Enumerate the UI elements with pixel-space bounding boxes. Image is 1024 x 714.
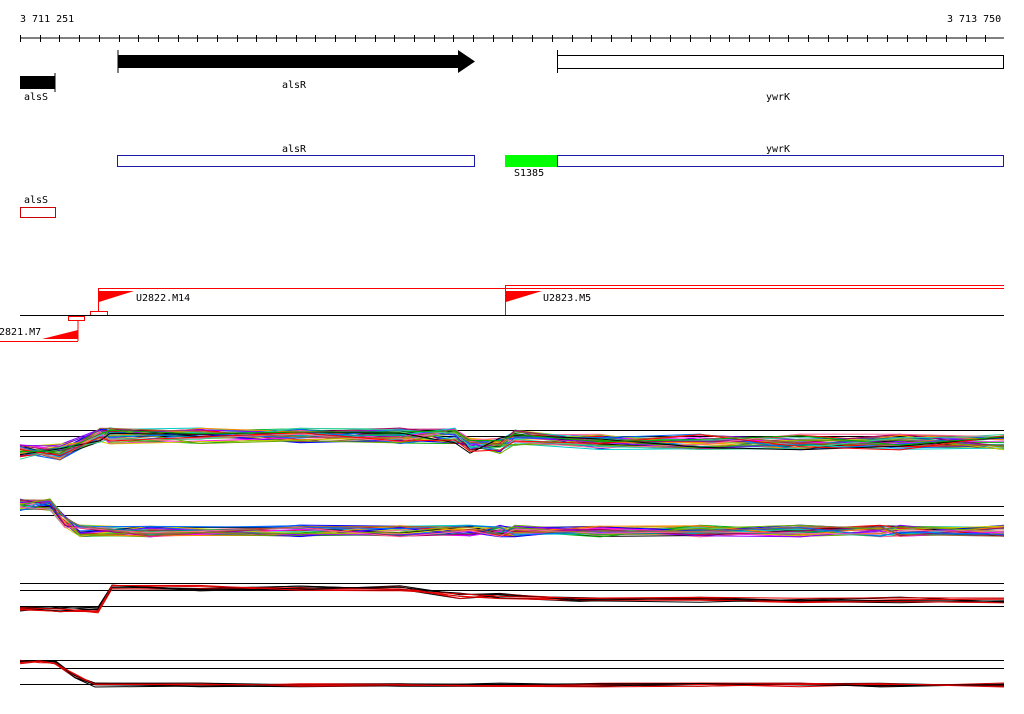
gene-ywrK[interactable] [557,50,1004,73]
flag-icon [506,291,542,302]
annot-box-alsR[interactable] [117,155,475,167]
expression-profile-panel-4 [19,659,1005,688]
genome-browser-canvas [0,35,1005,688]
expression-line [19,660,1005,687]
arrow-right-icon [458,50,475,73]
annotation-track [20,155,1004,218]
expression-profile-panel-1 [19,427,1005,461]
gene-alsR[interactable] [117,50,475,73]
coordinate-ruler [20,35,1004,42]
expression-profile-panel-3 [19,583,1005,614]
expression-profile-panel-2 [19,498,1005,538]
transcription-unit-track [0,285,1004,342]
annot-box-alsS[interactable] [20,207,56,218]
flag-icon [99,291,134,302]
gene-alsS[interactable] [20,76,55,89]
gene-track [20,50,1004,92]
annot-box-s1385[interactable] [505,155,557,167]
annot-box-ywrK[interactable] [557,155,1004,167]
flag-icon [42,330,78,339]
